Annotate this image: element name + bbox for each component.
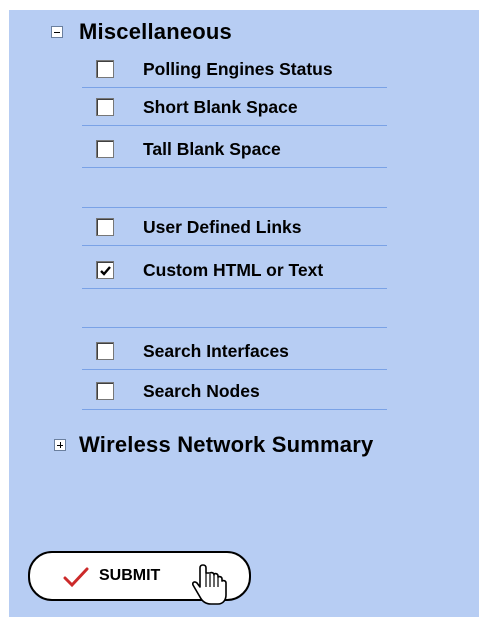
checkbox[interactable] (96, 140, 114, 158)
list-item-spacer (82, 290, 387, 328)
item-label: Search Nodes (143, 381, 260, 401)
item-label: Polling Engines Status (143, 59, 333, 79)
group-wireless-network-summary[interactable]: Wireless Network Summary (54, 432, 373, 458)
item-label: Tall Blank Space (143, 139, 281, 159)
collapse-icon[interactable] (51, 26, 63, 38)
list-item-tall-blank-space: Tall Blank Space (82, 130, 387, 168)
item-label: Short Blank Space (143, 97, 298, 117)
item-label: Search Interfaces (143, 341, 289, 361)
checkbox[interactable] (96, 60, 114, 78)
list-item-search-interfaces: Search Interfaces (82, 332, 387, 370)
submit-label: SUBMIT (99, 567, 161, 584)
check-icon (63, 567, 89, 588)
checkbox-checked[interactable] (96, 261, 114, 279)
expand-icon[interactable] (54, 439, 66, 451)
list-item-spacer (82, 170, 387, 208)
settings-panel: Miscellaneous Polling Engines Status Sho… (9, 10, 479, 617)
checkbox[interactable] (96, 218, 114, 236)
checkbox[interactable] (96, 98, 114, 116)
list-item-polling-engines-status: Polling Engines Status (82, 50, 387, 88)
group-title-wireless-network-summary: Wireless Network Summary (79, 432, 374, 457)
list-item-search-nodes: Search Nodes (82, 372, 387, 410)
hand-pointer-icon (192, 564, 227, 605)
item-label: User Defined Links (143, 217, 302, 237)
group-title-miscellaneous: Miscellaneous (79, 19, 232, 44)
list-item-short-blank-space: Short Blank Space (82, 88, 387, 126)
checkbox[interactable] (96, 382, 114, 400)
checkmark-icon (100, 266, 111, 276)
list-item-user-defined-links: User Defined Links (82, 208, 387, 246)
group-miscellaneous[interactable]: Miscellaneous (51, 19, 232, 45)
checkbox[interactable] (96, 342, 114, 360)
list-item-custom-html-or-text: Custom HTML or Text (82, 251, 387, 289)
item-label: Custom HTML or Text (143, 260, 324, 280)
